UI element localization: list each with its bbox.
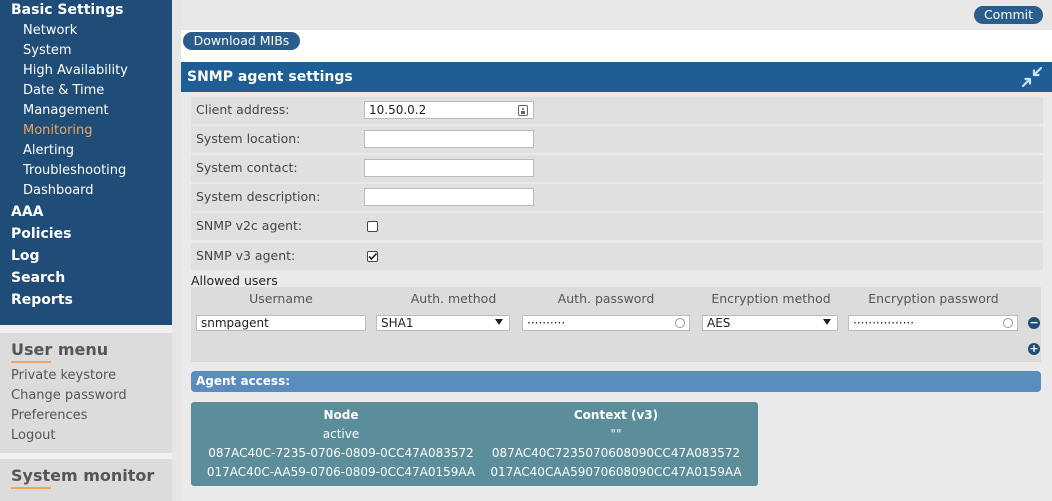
system-description-input[interactable] (364, 188, 534, 206)
system-contact-label: System contact: (196, 160, 298, 175)
nav-aaa[interactable]: AAA (11, 204, 44, 220)
col-context: Context (v3) (573, 408, 659, 422)
snmp-v3-label: SNMP v3 agent: (196, 248, 296, 263)
auth-password-input[interactable]: ·········· (522, 315, 690, 331)
col-auth-password: Auth. password (557, 291, 655, 306)
user-menu-underline (11, 361, 51, 363)
nav-management[interactable]: Management (23, 103, 109, 118)
system-location-input[interactable] (364, 130, 534, 148)
encryption-password-input[interactable]: ················ (848, 315, 1018, 331)
col-username: Username (249, 291, 313, 306)
allowed-users-label: Allowed users (191, 273, 278, 288)
shrink-arrows-icon[interactable] (1021, 66, 1043, 88)
node-cell: 087AC40C-7235-0706-0809-0CC47A083572 (208, 446, 474, 460)
auth-method-value: SHA1 (381, 316, 414, 330)
client-address-row: Client address: 10.50.0.2 (191, 97, 1043, 124)
nav-basic-settings[interactable]: Basic Settings (11, 2, 124, 18)
chevron-down-icon (823, 319, 831, 325)
snmp-v2c-row: SNMP v2c agent: (191, 213, 1043, 240)
add-user-icon[interactable]: + (1028, 343, 1040, 355)
nav-reports[interactable]: Reports (11, 292, 73, 308)
main-navigation: Basic Settings Network System High Avail… (0, 0, 172, 325)
system-monitor-underline (11, 487, 51, 489)
snmp-v3-row: SNMP v3 agent: (191, 243, 1043, 270)
nav-high-availability[interactable]: High Availability (23, 63, 128, 78)
link-private-keystore[interactable]: Private keystore (11, 368, 116, 383)
system-monitor-title: System monitor (11, 466, 155, 485)
main-content: Commit Download MIBs SNMP agent settings… (181, 0, 1052, 501)
system-description-row: System description: (191, 184, 1043, 211)
context-cell: "" (610, 427, 622, 441)
system-description-label: System description: (196, 189, 321, 204)
chevron-down-icon (495, 319, 503, 325)
system-location-label: System location: (196, 131, 301, 146)
agent-access-bar: Agent access: (191, 371, 1041, 392)
sidebar: Basic Settings Network System High Avail… (0, 0, 172, 501)
col-auth-method: Auth. method (410, 291, 497, 306)
system-location-row: System location: (191, 126, 1043, 153)
user-menu-title: User menu (11, 340, 109, 359)
encryption-method-value: AES (707, 316, 731, 330)
checkmark-icon (368, 252, 378, 261)
client-address-input[interactable]: 10.50.0.2 (364, 101, 534, 119)
nav-date-time[interactable]: Date & Time (23, 83, 104, 98)
reveal-password-icon[interactable] (1003, 318, 1013, 328)
system-contact-input[interactable] (364, 159, 534, 177)
system-contact-row: System contact: (191, 155, 1043, 182)
nav-system[interactable]: System (23, 43, 71, 58)
system-monitor-panel: System monitor (0, 459, 172, 501)
user-menu-panel: User menu Private keystore Change passwo… (0, 333, 172, 453)
allowed-users-table: Username Auth. method Auth. password Enc… (191, 287, 1041, 362)
snmp-v2c-checkbox[interactable] (367, 221, 378, 232)
encryption-password-value: ················ (853, 316, 915, 330)
auth-method-select[interactable]: SHA1 (376, 315, 510, 331)
node-cell: active (322, 427, 360, 441)
snmp-v2c-label: SNMP v2c agent: (196, 218, 303, 233)
username-input[interactable]: snmpagent (196, 315, 366, 331)
col-encryption-method: Encryption method (711, 291, 831, 306)
client-address-label: Client address: (196, 102, 290, 117)
agent-access-title: Agent access: (196, 374, 291, 388)
download-mibs-button[interactable]: Download MIBs (183, 32, 300, 50)
link-logout[interactable]: Logout (11, 428, 56, 443)
node-cell: 017AC40C-AA59-0706-0809-0CC47A0159AA (206, 465, 476, 479)
link-preferences[interactable]: Preferences (11, 408, 87, 423)
nav-troubleshooting[interactable]: Troubleshooting (23, 163, 126, 178)
auth-password-value: ·········· (527, 316, 566, 330)
nav-dashboard[interactable]: Dashboard (23, 183, 94, 198)
agent-access-table: Node Context (v3) active "" 087AC40C-723… (191, 402, 758, 486)
nav-monitoring[interactable]: Monitoring (23, 123, 93, 138)
col-encryption-password: Encryption password (868, 291, 999, 306)
nav-log[interactable]: Log (11, 248, 40, 264)
snmp-v3-checkbox[interactable] (367, 251, 378, 262)
nav-network[interactable]: Network (23, 23, 77, 38)
context-cell: 017AC40CAA59070608090CC47A0159AA (490, 465, 742, 479)
app-window: Basic Settings Network System High Avail… (0, 0, 1052, 501)
address-book-icon[interactable] (518, 105, 528, 116)
encryption-method-select[interactable]: AES (702, 315, 838, 331)
nav-search[interactable]: Search (11, 270, 65, 286)
nav-policies[interactable]: Policies (11, 226, 71, 242)
link-change-password[interactable]: Change password (11, 388, 127, 403)
reveal-password-icon[interactable] (675, 318, 685, 328)
commit-button[interactable]: Commit (974, 6, 1043, 24)
nav-alerting[interactable]: Alerting (23, 143, 74, 158)
context-cell: 087AC40C7235070608090CC47A083572 (491, 446, 741, 460)
panel-header: SNMP agent settings (181, 62, 1052, 92)
top-bar: Commit (181, 0, 1052, 30)
panel-title: SNMP agent settings (187, 69, 353, 85)
remove-user-icon[interactable]: − (1028, 317, 1040, 329)
col-node: Node (323, 408, 359, 422)
